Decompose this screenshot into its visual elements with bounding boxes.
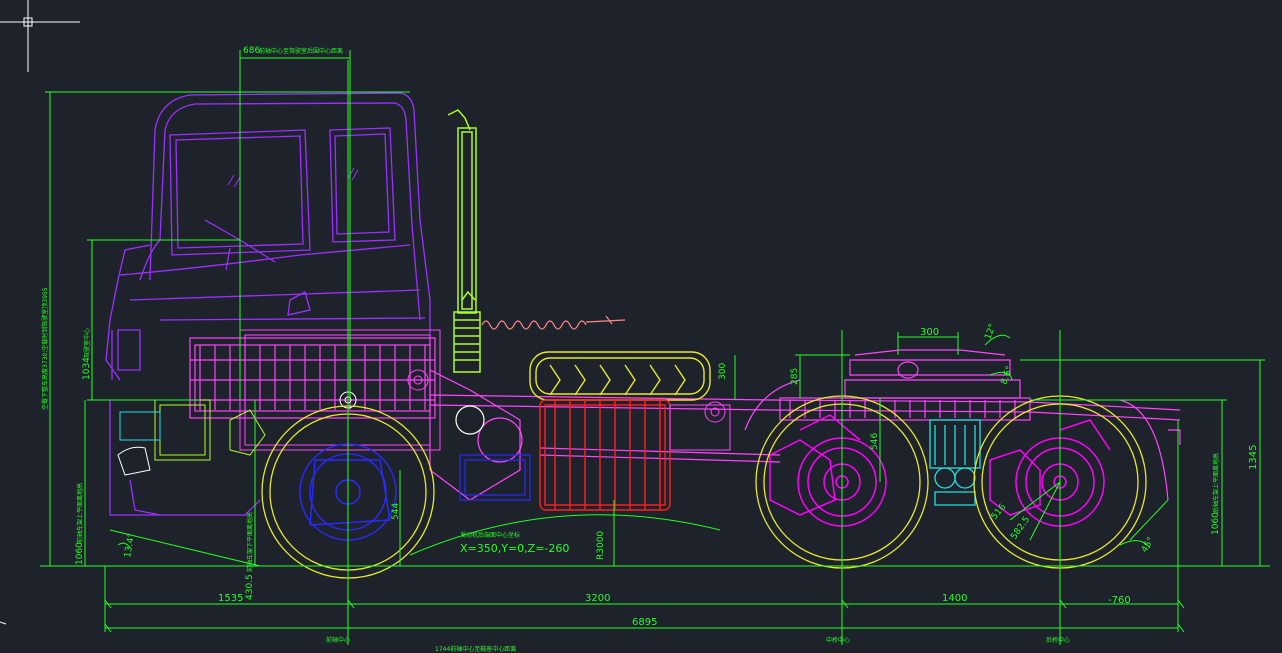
label-1060-rear-note: 后轴车架上平面离地高 <box>1212 453 1220 513</box>
dim-rear-overhang: -760 <box>1108 595 1131 606</box>
dim-height-430: 430.5 <box>245 574 255 600</box>
air-hose-coil <box>481 315 626 330</box>
dim-wheelbase-2: 1400 <box>942 593 967 604</box>
dim-kingpin-height: 285 <box>790 368 800 385</box>
label-mid-axle: 中桥中心 <box>826 636 850 644</box>
dim-tilt-angle: 12° <box>983 323 998 341</box>
ucs-crosshair-icon <box>0 0 80 72</box>
middle-axle-hub <box>769 414 887 527</box>
dim-wheelbase-1: 3200 <box>585 593 610 604</box>
dim-r3000: R3000 <box>596 531 606 560</box>
dim-height-1034: 1034 <box>82 357 92 380</box>
label-bottom-note: 1744前轴中心至鞍座中心距离 <box>435 645 516 653</box>
dim-angle-13: 13.4° <box>123 533 137 559</box>
label-total-height: 空载下整车高度3730;空载时到驾驶室顶3955 <box>41 287 49 410</box>
dim-582: 582.5 <box>1009 515 1032 542</box>
label-430-note: 前轴车架下平面离地高 <box>246 512 254 572</box>
dim-tilt-angle-2: 8.6° <box>999 365 1015 386</box>
engine <box>117 329 441 476</box>
rear-suspension <box>929 419 981 506</box>
dim-height-1060-rear: 1060 <box>1211 512 1221 535</box>
dim-angle-45: 45° <box>1140 536 1157 555</box>
dim-546: 546 <box>870 433 880 450</box>
dim-overall-length: 6895 <box>632 617 657 628</box>
dim-height-1060-front: 1060 <box>75 542 85 565</box>
dim-tire: 300 <box>718 363 728 380</box>
spare-tire <box>529 351 711 401</box>
dim-fifth-wheel-width: 300 <box>920 327 939 338</box>
rear-axle-hub <box>989 419 1111 527</box>
dim-front-overhang: 1535 <box>218 593 243 604</box>
exhaust-stack <box>447 109 481 373</box>
truck-cad-drawing: 1535 3200 1400 -760 6895 300 12° 8.6° 28… <box>0 0 1270 653</box>
dim-top-686: 686 <box>243 46 260 56</box>
dimension-texts: 1535 3200 1400 -760 6895 300 12° 8.6° 28… <box>41 46 1259 653</box>
label-1034-note: 驾驶室中心 <box>83 328 91 358</box>
gearbox <box>429 369 531 501</box>
cab-window-glare <box>227 167 359 188</box>
dim-544: 544 <box>391 503 401 520</box>
label-gear-note: 发动机后端面中心坐标 <box>460 531 520 539</box>
label-1060-front-note: 前轴车架上平面离地高 <box>76 483 84 543</box>
dim-height-1345: 1345 <box>1248 445 1259 470</box>
label-front-axle: 前轴中心 <box>326 636 350 644</box>
label-rear-axle: 后桥中心 <box>1046 636 1070 644</box>
label-top-note: 前轴中心至驾驶室后围中心距离 <box>259 47 343 55</box>
label-coord: X=350,Y=0,Z=-260 <box>460 542 569 555</box>
